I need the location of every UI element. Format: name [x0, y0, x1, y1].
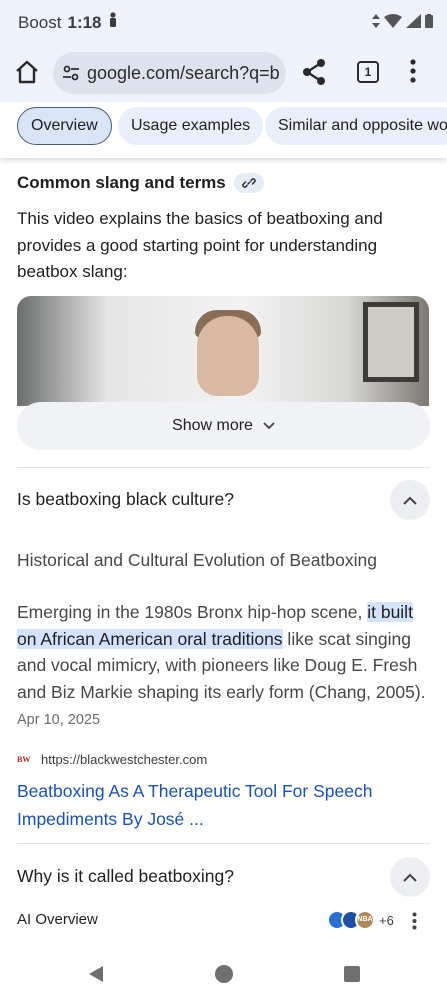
- status-bar: Boost 1:18: [0, 0, 447, 44]
- collapse-button[interactable]: [390, 480, 430, 520]
- status-icons: [372, 14, 433, 33]
- signal-icon: [406, 14, 421, 33]
- source-count: +6: [379, 912, 394, 928]
- chip-usage-examples[interactable]: Usage examples: [118, 107, 264, 145]
- recents-button[interactable]: [344, 966, 360, 982]
- data-arrows-icon: [372, 14, 380, 33]
- chip-similar-opposite[interactable]: Similar and opposite wo: [265, 107, 447, 145]
- copy-link-button[interactable]: [234, 173, 264, 193]
- section-description: This video explains the basics of beatbo…: [17, 209, 383, 281]
- filter-chips: Overview Usage examples Similar and oppo…: [0, 102, 447, 158]
- status-left: Boost 1:18: [18, 12, 118, 33]
- person-icon: [108, 12, 118, 33]
- source-logo: BW: [17, 754, 31, 764]
- divider: [17, 467, 430, 468]
- source-url[interactable]: https://blackwestchester.com: [41, 752, 207, 767]
- home-circle-button[interactable]: [215, 965, 233, 983]
- link-icon: [242, 178, 256, 188]
- show-more-button[interactable]: Show more: [17, 402, 430, 450]
- ai-overview-menu-button[interactable]: [412, 912, 417, 935]
- collapse-button[interactable]: [390, 857, 430, 897]
- url-text[interactable]: google.com/search?q=b: [87, 63, 280, 84]
- faq-question[interactable]: Why is it called beatboxing?: [17, 866, 234, 887]
- chip-overview[interactable]: Overview: [17, 107, 112, 145]
- source-row[interactable]: BW https://blackwestchester.com: [17, 752, 207, 767]
- section-title: Common slang and terms: [17, 173, 226, 192]
- system-nav-bar: [0, 948, 447, 1000]
- site-settings-icon[interactable]: [61, 63, 81, 88]
- back-triangle-icon: [89, 966, 103, 982]
- divider: [17, 843, 430, 844]
- ai-source-icons[interactable]: NBA +6: [327, 910, 394, 930]
- carrier-name: Boost: [18, 12, 62, 32]
- faq-question[interactable]: Is beatboxing black culture?: [17, 489, 234, 510]
- browser-toolbar: google.com/search?q=b 1: [0, 44, 447, 102]
- video-thumbnail[interactable]: [17, 296, 429, 406]
- chevron-up-icon: [403, 496, 417, 505]
- ai-overview-label: AI Overview: [17, 911, 98, 928]
- chevron-down-icon: [263, 422, 275, 430]
- address-bar[interactable]: google.com/search?q=b: [53, 52, 286, 94]
- show-more-label: Show more: [172, 417, 253, 434]
- clock: 1:18: [67, 12, 102, 32]
- more-vert-icon: [412, 912, 417, 930]
- battery-icon: [425, 14, 433, 33]
- chevron-up-icon: [403, 873, 417, 882]
- answer-text: Emerging in the 1980s Bronx hip-hop scen…: [17, 602, 426, 728]
- source-title-link[interactable]: Beatboxing As A Therapeutic Tool For Spe…: [17, 777, 417, 833]
- home-icon: [16, 60, 38, 84]
- wifi-icon: [384, 14, 402, 33]
- source-favicon: NBA: [355, 910, 375, 930]
- more-vert-icon: [410, 59, 416, 83]
- share-button[interactable]: [301, 58, 327, 91]
- answer-date: Apr 10, 2025: [17, 712, 101, 728]
- home-button[interactable]: [12, 57, 42, 87]
- back-button[interactable]: [87, 965, 105, 988]
- overflow-menu-button[interactable]: [410, 59, 416, 88]
- answer-heading: Historical and Cultural Evolution of Bea…: [17, 550, 377, 570]
- tab-switcher-button[interactable]: 1: [357, 61, 379, 83]
- share-icon: [303, 59, 325, 85]
